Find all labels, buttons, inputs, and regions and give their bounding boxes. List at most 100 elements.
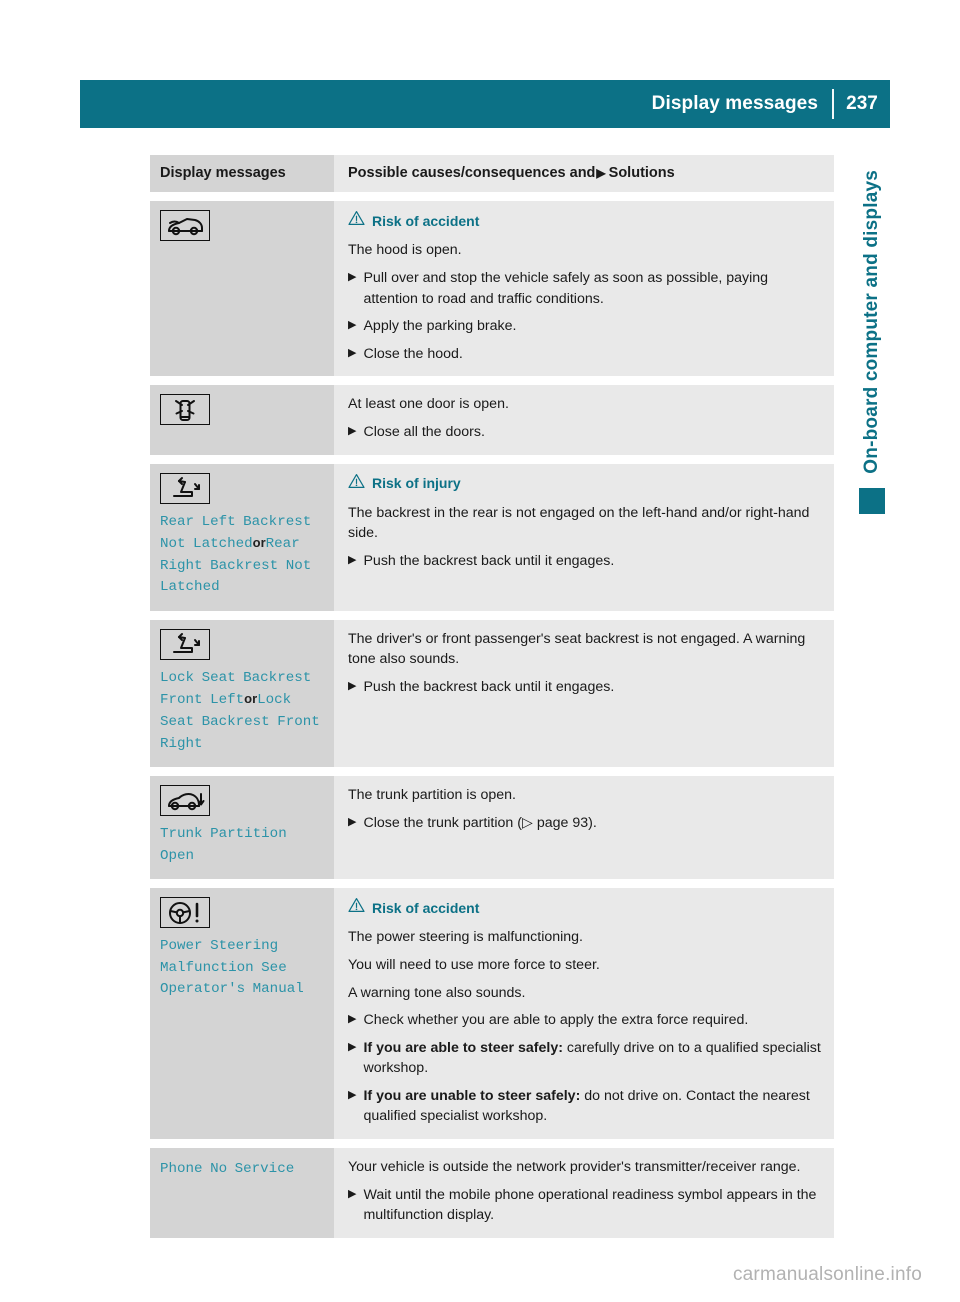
- cause-paragraph: A warning tone also sounds.: [348, 984, 526, 1001]
- warning-title: Risk of accident: [372, 899, 480, 916]
- warning-title: Risk of accident: [372, 212, 480, 229]
- solution-step: ▶ Close the trunk partition (▷ page 93).: [348, 813, 822, 834]
- step-text: Close the hood.: [363, 345, 463, 362]
- cause-paragraph: The backrest in the rear is not engaged …: [348, 504, 810, 542]
- chapter-side-tab: On-board computer and displays: [852, 170, 892, 600]
- table-row-gap: [150, 376, 834, 386]
- chapter-title: On-board computer and displays: [861, 170, 882, 474]
- step-arrow-icon: ▶: [348, 1187, 357, 1200]
- column-header-solutions-prefix: Possible causes/consequences and: [348, 165, 596, 181]
- step-text: Push the backrest back until it engages.: [363, 552, 615, 569]
- table-header-cell-messages: Display messages: [150, 155, 334, 193]
- step-arrow-icon: ▶: [348, 1013, 357, 1026]
- power-steering-warning-icon: [160, 897, 210, 929]
- table-row: Phone No Service Your vehicle is outside …: [150, 1148, 834, 1238]
- solution-step: ▶ Push the backrest back until it engages…: [348, 551, 822, 572]
- display-message-text: Phone No Service: [160, 1159, 324, 1181]
- step-text: Close the trunk partition (▷ page 93).: [363, 814, 597, 831]
- seat-backrest-icon: [160, 628, 210, 660]
- step-arrow-icon: ▶: [348, 1040, 357, 1053]
- column-header-display-messages: Display messages: [160, 165, 286, 181]
- table-header-row: Display messages Possible causes/consequ…: [150, 155, 834, 193]
- cause-paragraph: Your vehicle is outside the network prov…: [348, 1159, 801, 1176]
- step-text: Close all the doors.: [363, 423, 485, 440]
- solution-cell: At least one door is open. ▶ Close all the…: [334, 385, 834, 455]
- table-row: Trunk Partition Open The trunk partition …: [150, 776, 834, 880]
- table-body: Risk of accident The hood is open. ▶ Pull o…: [150, 201, 834, 1238]
- warning-header: Risk of accident: [348, 210, 822, 231]
- chapter-marker: [859, 487, 885, 514]
- warning-triangle-icon: [348, 897, 365, 918]
- display-message-text: Power Steering Malfunction See Operator'…: [160, 936, 324, 1001]
- step-text: Push the backrest back until it engages.: [363, 679, 615, 696]
- warning-triangle-icon: [348, 210, 365, 231]
- step-text: Pull over and stop the vehicle safely as…: [363, 269, 769, 307]
- message-cell: Lock Seat Backrest Front LeftorLock Seat…: [150, 619, 334, 768]
- solution-step: ▶ Wait until the mobile phone operational…: [348, 1185, 822, 1226]
- table-header-cell-solutions: Possible causes/consequences and▶ Solutio…: [334, 155, 834, 193]
- table-row-gap: [150, 610, 834, 620]
- message-cell: [150, 201, 334, 377]
- solution-cell: Risk of accident The power steering is ma…: [334, 888, 834, 1140]
- solution-cell: Risk of injury The backrest in the rear i…: [334, 463, 834, 611]
- message-cell: Rear Left Backrest Not LatchedorRear Rig…: [150, 463, 334, 611]
- column-header-solutions: Possible causes/consequences and▶ Solutio…: [348, 165, 822, 182]
- table-row: Lock Seat Backrest Front LeftorLock Seat…: [150, 619, 834, 768]
- solution-step: ▶ Close all the doors.: [348, 422, 822, 443]
- table-row: Risk of accident The hood is open. ▶ Pull o…: [150, 201, 834, 377]
- cause-paragraph: At least one door is open.: [348, 396, 509, 413]
- message-code-segment: Power Steering Malfunction See Operator'…: [160, 938, 304, 998]
- step-arrow-icon: ▶: [348, 270, 357, 283]
- step-arrow-icon: ▶: [348, 1088, 357, 1101]
- message-cell: Phone No Service: [150, 1148, 334, 1238]
- step-text: Wait until the mobile phone operational …: [363, 1186, 817, 1224]
- car-hood-open-icon: [160, 210, 210, 242]
- message-code-segment: Phone No Service: [160, 1161, 295, 1178]
- warning-header: Risk of injury: [348, 473, 822, 494]
- solution-cell: The trunk partition is open. ▶ Close the t…: [334, 776, 834, 880]
- site-watermark: carmanualsonline.info: [732, 1264, 922, 1285]
- solution-step: ▶ Push the backrest back until it engages…: [348, 677, 822, 698]
- step-text: Apply the parking brake.: [363, 318, 517, 335]
- solution-step: ▶ Pull over and stop the vehicle safely a…: [348, 268, 822, 309]
- cause-paragraph: The trunk partition is open.: [348, 787, 516, 804]
- page-title: Display messages: [651, 93, 818, 114]
- cause-paragraph: The hood is open.: [348, 242, 462, 259]
- step-arrow-icon: ▶: [348, 815, 357, 828]
- solution-cell: Your vehicle is outside the network prov…: [334, 1148, 834, 1238]
- solution-cell: The driver's or front passenger's seat b…: [334, 619, 834, 768]
- display-message-text: Lock Seat Backrest Front LeftorLock Seat…: [160, 668, 324, 755]
- message-code-segment: Trunk Partition Open: [160, 826, 287, 864]
- cause-paragraph: The power steering is malfunctioning.: [348, 929, 584, 946]
- table-row-gap: [150, 192, 834, 202]
- solution-step: ▶ If you are unable to steer safely: do n…: [348, 1086, 822, 1127]
- table-row: Power Steering Malfunction See Operator'…: [150, 888, 834, 1140]
- page-header-bar: Display messages 237: [80, 80, 890, 128]
- column-header-solutions-suffix: Solutions: [608, 165, 675, 181]
- message-or-separator: or: [252, 535, 266, 551]
- warning-title: Risk of injury: [372, 475, 461, 492]
- step-arrow-icon: ▶: [348, 424, 357, 437]
- table-row-gap: [150, 1139, 834, 1149]
- warning-triangle-icon: [348, 473, 365, 494]
- message-or-separator: or: [244, 691, 258, 707]
- table-row: Rear Left Backrest Not LatchedorRear Rig…: [150, 463, 834, 611]
- warning-header: Risk of accident: [348, 897, 822, 918]
- message-cell: Power Steering Malfunction See Operator'…: [150, 888, 334, 1140]
- seat-backrest-icon: [160, 472, 210, 504]
- solution-arrow-icon: ▶: [596, 166, 606, 180]
- page-number: 237: [846, 93, 878, 114]
- table-row-gap: [150, 767, 834, 777]
- solution-cell: Risk of accident The hood is open. ▶ Pull o…: [334, 201, 834, 377]
- table-row-gap: [150, 454, 834, 464]
- display-messages-table: Display messages Possible causes/consequ…: [150, 155, 834, 1238]
- trunk-partition-icon: [160, 785, 210, 817]
- solution-step: ▶ Check whether you are able to apply the…: [348, 1010, 822, 1031]
- table-row: At least one door is open. ▶ Close all the…: [150, 385, 834, 455]
- solution-step: ▶ If you are able to steer safely: carefu…: [348, 1038, 822, 1079]
- step-text: If you are able to steer safely: careful…: [363, 1039, 821, 1077]
- solution-step: ▶ Close the hood.: [348, 344, 822, 365]
- display-message-text: Trunk Partition Open: [160, 824, 324, 867]
- solution-step: ▶ Apply the parking brake.: [348, 316, 822, 337]
- step-condition: If you are unable to steer safely:: [363, 1087, 581, 1104]
